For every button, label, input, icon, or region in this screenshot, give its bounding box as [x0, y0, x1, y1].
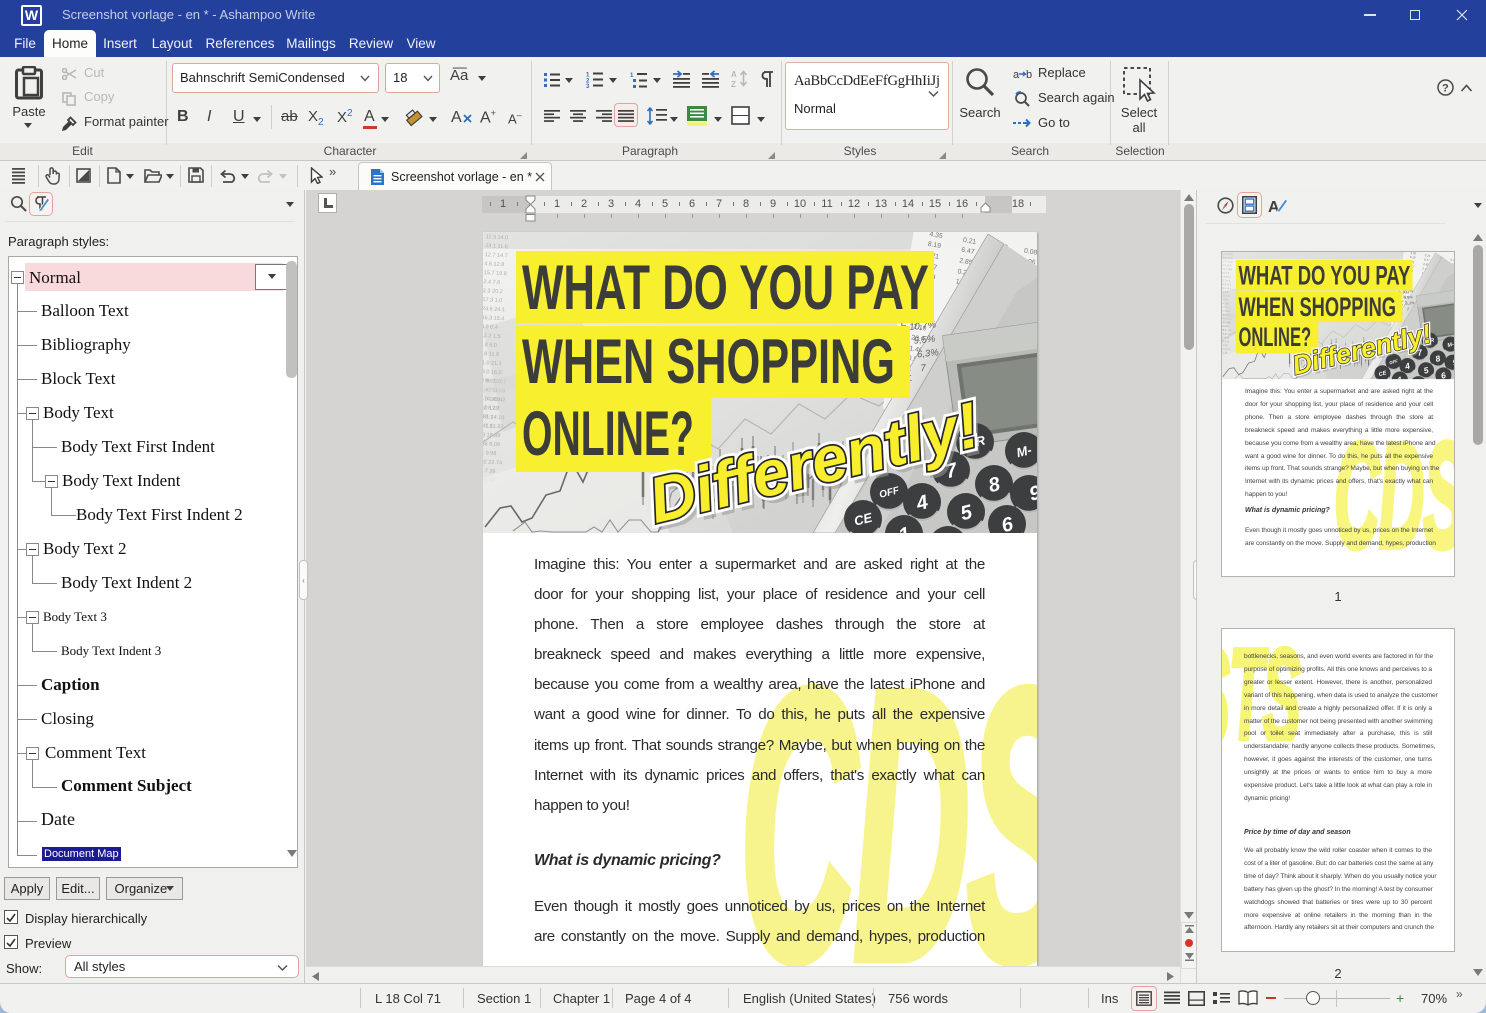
svg-text:6,3%: 6,3% — [917, 347, 940, 360]
svg-text:Z: Z — [731, 80, 736, 88]
svg-text:13.2 1.5: 13.2 1.5 — [483, 333, 501, 340]
svg-text:23.1 11.6: 23.1 11.6 — [485, 243, 508, 250]
svg-text:29.41 11.92: 29.41 11.92 — [483, 423, 504, 430]
svg-text:13.0 16.0: 13.0 16.0 — [483, 369, 502, 376]
svg-text:0.02 6.29: 0.02 6.29 — [483, 405, 499, 412]
svg-text:1: 1 — [630, 73, 634, 79]
svg-text:3.54 7.39: 3.54 7.39 — [483, 468, 496, 475]
svg-text:24.6 24.1: 24.6 24.1 — [483, 306, 505, 313]
svg-text:16.3 15.4: 16.3 15.4 — [483, 315, 505, 322]
svg-text:12.7 14.7: 12.7 14.7 — [485, 252, 508, 259]
svg-text:4.6 12.8: 4.6 12.8 — [484, 261, 504, 268]
svg-text:WHAT DO YOU PAY: WHAT DO YOU PAY — [522, 253, 929, 323]
svg-text:23.36 8.09: 23.36 8.09 — [483, 441, 500, 448]
svg-text:11.3 14.0: 11.3 14.0 — [486, 234, 509, 241]
svg-text:28.92 22.74: 28.92 22.74 — [483, 459, 502, 467]
svg-text:15.7 19.8: 15.7 19.8 — [484, 270, 507, 277]
svg-text:a: a — [1013, 69, 1020, 80]
svg-text:ONLINE?: ONLINE? — [522, 399, 694, 469]
svg-text:9,5%: 9,5% — [913, 334, 936, 347]
svg-text:2.4 7.6: 2.4 7.6 — [483, 279, 500, 286]
svg-text:3: 3 — [586, 84, 590, 88]
svg-text:2.61 9.98: 2.61 9.98 — [483, 450, 496, 457]
svg-text:11.0 21.1: 11.0 21.1 — [483, 360, 502, 367]
svg-text:A: A — [731, 70, 737, 79]
svg-text:?: ? — [1442, 83, 1449, 95]
svg-text:0.8 11.6: 0.8 11.6 — [483, 351, 499, 358]
svg-text:2.3 20.2: 2.3 20.2 — [483, 288, 503, 295]
svg-text:WHEN SHOPPING: WHEN SHOPPING — [522, 327, 895, 397]
svg-text:3.9 0.4: 3.9 0.4 — [483, 324, 498, 331]
svg-text:A: A — [451, 109, 462, 126]
svg-text:4.8 6.0: 4.8 6.0 — [483, 342, 497, 349]
svg-text:b: b — [1026, 69, 1032, 80]
svg-text:A: A — [1268, 199, 1280, 215]
svg-text:27.31 14.10: 27.31 14.10 — [483, 414, 504, 422]
svg-text:17.3 1.0: 17.3 1.0 — [483, 297, 502, 304]
